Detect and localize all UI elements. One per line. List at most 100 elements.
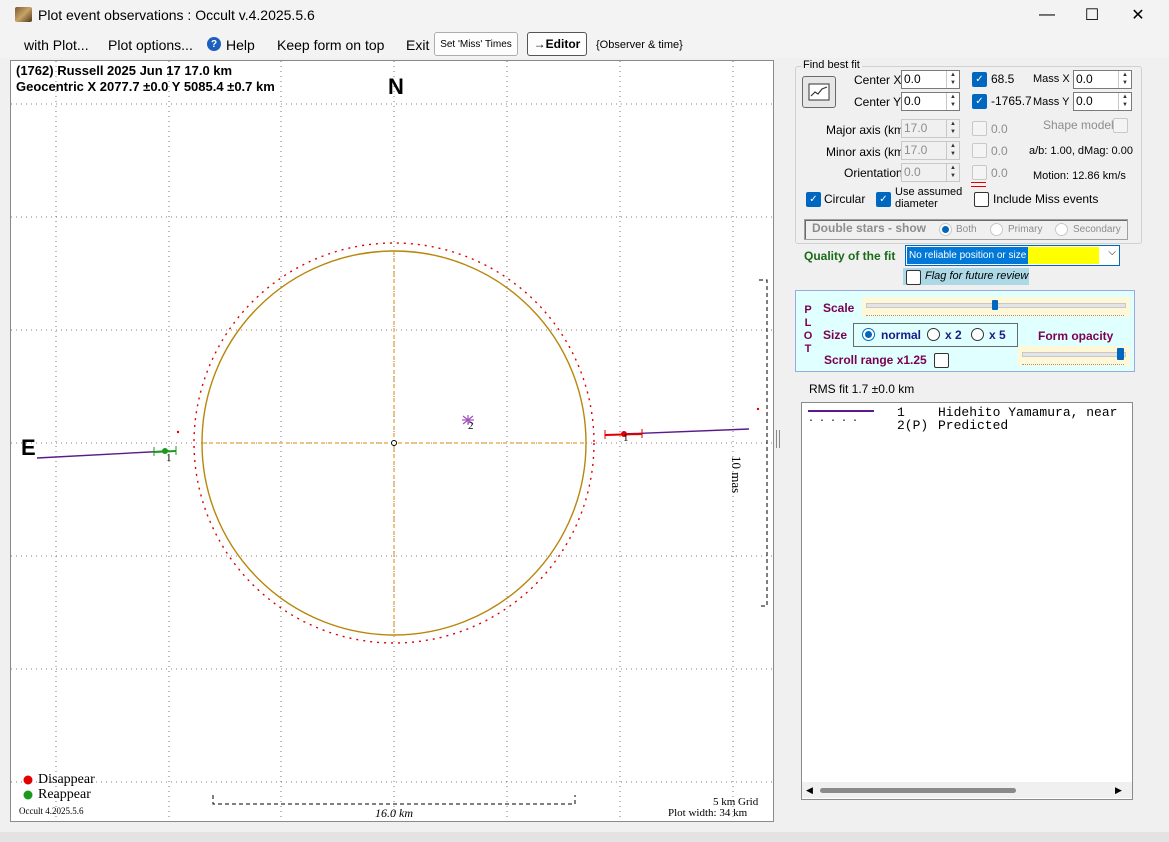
- ds-secondary-radio[interactable]: [1055, 223, 1068, 236]
- flag-review-checkbox[interactable]: [906, 270, 921, 285]
- version-footer: Occult 4.2025.5.6: [19, 806, 84, 816]
- scroll-range-checkbox[interactable]: [934, 353, 949, 368]
- menu-keep-on-top[interactable]: Keep form on top: [277, 37, 384, 53]
- minor-axis-input[interactable]: 17.0 ▲ ▼: [901, 141, 960, 160]
- spinner-arrows-icon[interactable]: ▲ ▼: [946, 71, 959, 88]
- ab-dmag-readout: a/b: 1.00, dMag: 0.00: [1029, 145, 1133, 157]
- scrollbar-thumb[interactable]: [820, 788, 1016, 793]
- editor-button[interactable]: →Editor: [527, 32, 587, 56]
- ds-secondary-label: Secondary: [1073, 224, 1121, 235]
- east-label: E: [21, 435, 36, 460]
- panel-splitter[interactable]: [776, 430, 780, 448]
- center-y-fit-checkbox[interactable]: ✓: [972, 94, 987, 109]
- plot-header-line2: Geocentric X 2077.7 ±0.0 Y 5085.4 ±0.7 k…: [16, 79, 275, 94]
- scale-slider[interactable]: [862, 297, 1130, 317]
- major-axis-fit-checkbox[interactable]: [972, 121, 987, 136]
- form-opacity-slider[interactable]: [1018, 346, 1130, 366]
- scale-bar-label: 16.0 km: [375, 806, 413, 820]
- orientation-fit-checkbox[interactable]: [972, 165, 987, 180]
- spinner-arrows-icon[interactable]: ▲ ▼: [1118, 93, 1131, 110]
- major-axis-input[interactable]: 17.0 ▲ ▼: [901, 119, 960, 138]
- close-icon: ✕: [1131, 7, 1145, 24]
- help-icon[interactable]: ?: [207, 37, 221, 51]
- plot-letter-p: P: [804, 304, 812, 316]
- observer-list[interactable]: 1 Hidehito Yamamura, near ..... 2(P) Pre…: [801, 402, 1133, 800]
- menu-help[interactable]: Help: [226, 37, 255, 53]
- minor-axis-label: Minor axis (km): [826, 145, 909, 159]
- maximize-button[interactable]: ☐: [1069, 0, 1115, 30]
- ellipse-center: [391, 440, 397, 446]
- spinner-arrows-icon[interactable]: ▲ ▼: [946, 93, 959, 110]
- plot-graphics: [11, 61, 773, 821]
- horizontal-scrollbar[interactable]: ◀ ▶: [802, 782, 1132, 798]
- best-fit-chart-icon: [808, 83, 830, 101]
- center-x-fit-checkbox[interactable]: ✓: [972, 72, 987, 87]
- plot-canvas[interactable]: (1762) Russell 2025 Jun 17 17.0 km Geoce…: [10, 60, 774, 822]
- center-y-input[interactable]: 0.0 ▲ ▼: [901, 92, 960, 111]
- mass-x-input[interactable]: 0.0 ▲ ▼: [1073, 70, 1132, 89]
- observer-2-num: 2(P): [897, 418, 929, 433]
- spinner-arrows-icon[interactable]: ▲ ▼: [1118, 71, 1131, 88]
- shape-model-checkbox[interactable]: [1113, 118, 1128, 133]
- major-axis-value: 17.0: [904, 121, 928, 135]
- shape-model-label: Shape model: [1043, 118, 1114, 132]
- orientation-label: Orientation: [844, 166, 903, 180]
- minor-axis-value: 17.0: [904, 143, 928, 157]
- legend-disappear-dot: [23, 775, 33, 785]
- legend-disappear-label: Disappear: [38, 772, 95, 787]
- plot-width-label: Plot width: 34 km: [668, 807, 748, 819]
- circular-checkbox[interactable]: ✓: [806, 192, 821, 207]
- include-miss-checkbox[interactable]: [974, 192, 989, 207]
- scroll-right-icon[interactable]: ▶: [1115, 785, 1122, 796]
- menu-with-plot[interactable]: with Plot...: [24, 37, 89, 53]
- menu-plot-options[interactable]: Plot options...: [108, 37, 193, 53]
- mass-y-input[interactable]: 0.0 ▲ ▼: [1073, 92, 1132, 111]
- quality-label: Quality of the fit: [804, 249, 896, 263]
- size-label: Size: [823, 328, 848, 342]
- opacity-slider-thumb[interactable]: [1117, 348, 1124, 360]
- minor-axis-fit-checkbox[interactable]: [972, 143, 987, 158]
- center-x-input[interactable]: 0.0 ▲ ▼: [901, 70, 960, 89]
- orientation-input[interactable]: 0.0 ▲ ▼: [901, 163, 960, 182]
- mass-y-label: Mass Y: [1033, 96, 1070, 108]
- major-axis-fit-value: 0.0: [991, 122, 1008, 136]
- mass-x-label: Mass X: [1033, 73, 1070, 85]
- mass-y-value: 0.0: [1076, 94, 1093, 108]
- quality-selected-value: No reliable position or size: [907, 247, 1029, 264]
- occult-app-icon: [15, 7, 32, 22]
- use-assumed-checkbox[interactable]: ✓: [876, 192, 891, 207]
- north-label: N: [388, 74, 404, 99]
- scale-slider-thumb[interactable]: [992, 300, 998, 310]
- ds-primary-radio[interactable]: [990, 223, 1003, 236]
- observer-time-menu[interactable]: {Observer & time}: [596, 39, 683, 51]
- size-x5-radio[interactable]: [971, 328, 984, 341]
- size-normal-radio[interactable]: [862, 328, 875, 341]
- find-best-fit-button[interactable]: [802, 76, 836, 108]
- spinner-arrows-icon[interactable]: ▲ ▼: [946, 142, 959, 159]
- scroll-left-icon[interactable]: ◀: [806, 785, 813, 796]
- center-y-value: 0.0: [904, 94, 921, 108]
- legend-reappear-label: Reappear: [38, 787, 91, 802]
- form-opacity-label: Form opacity: [1038, 329, 1114, 343]
- center-x-label: Center X: [854, 73, 902, 87]
- ds-primary-label: Primary: [1008, 224, 1043, 235]
- motion-readout: Motion: 12.86 km/s: [1033, 170, 1126, 182]
- spinner-arrows-icon[interactable]: ▲ ▼: [946, 164, 959, 181]
- size-x2-radio[interactable]: [927, 328, 940, 341]
- observer-2-name: Predicted: [938, 418, 1009, 433]
- ds-both-radio[interactable]: [939, 223, 952, 236]
- size-x5-label: x 5: [989, 328, 1006, 342]
- close-button[interactable]: ✕: [1115, 0, 1161, 30]
- observer-1-line-sample: [808, 410, 874, 412]
- plot-letter-t: T: [804, 343, 812, 355]
- major-axis-label: Major axis (km): [826, 123, 909, 137]
- center-x-value: 0.0: [904, 72, 921, 86]
- mas-label: 10 mas: [729, 456, 744, 494]
- double-stars-label: Double stars - show: [812, 221, 927, 235]
- set-miss-times-button[interactable]: Set 'Miss' Times: [434, 32, 518, 56]
- quality-select[interactable]: No reliable position or size ⌵: [905, 245, 1120, 266]
- opacity-slider-track: [1022, 352, 1126, 357]
- minimize-button[interactable]: —: [1024, 0, 1070, 30]
- spinner-arrows-icon[interactable]: ▲ ▼: [946, 120, 959, 137]
- menu-exit[interactable]: Exit: [406, 37, 429, 53]
